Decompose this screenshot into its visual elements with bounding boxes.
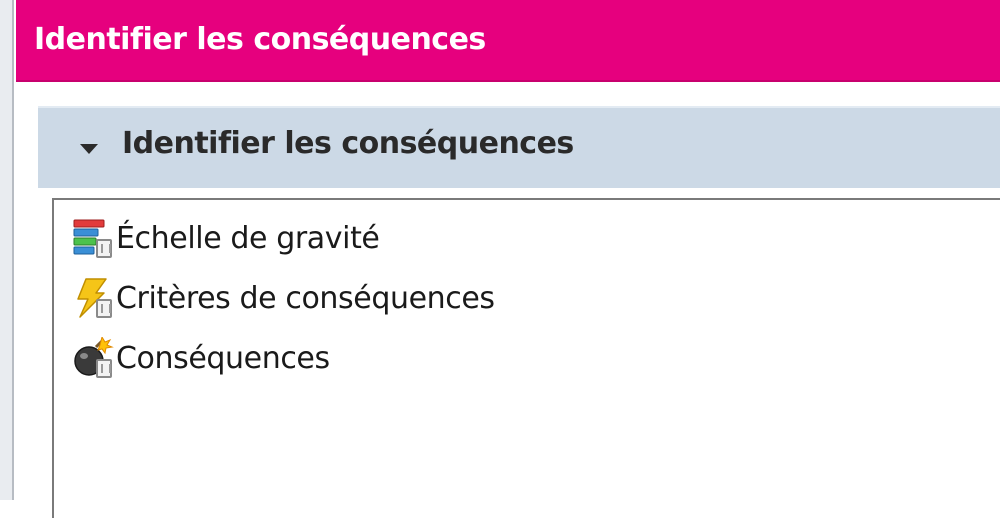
list-item-label: Critères de conséquences <box>116 280 495 316</box>
list-item-label: Conséquences <box>116 340 330 376</box>
left-panel-border <box>0 0 14 500</box>
list-item-label: Échelle de gravité <box>116 220 380 256</box>
content-area: Identifier les conséquences Échelle de g… <box>16 82 1000 518</box>
title-bar: Identifier les conséquences <box>16 0 1000 82</box>
document-badge-icon <box>96 359 112 378</box>
list-item-consequences[interactable]: Conséquences <box>72 335 330 380</box>
document-badge-icon <box>96 299 112 318</box>
section-title: Identifier les conséquences <box>122 126 574 161</box>
item-list: Échelle de gravité Critères de conséquen… <box>52 198 1000 518</box>
window-title: Identifier les conséquences <box>34 22 486 57</box>
list-item-consequence-criteria[interactable]: Critères de conséquences <box>72 276 495 320</box>
gravity-scale-icon <box>72 217 114 259</box>
expand-arrow-icon[interactable] <box>80 144 98 154</box>
list-item-gravity-scale[interactable]: Échelle de gravité <box>72 216 380 260</box>
bomb-consequences-icon <box>72 335 114 379</box>
document-badge-icon <box>96 239 112 258</box>
section-header[interactable]: Identifier les conséquences <box>38 106 1000 188</box>
lightning-criteria-icon <box>72 277 114 319</box>
window: Identifier les conséquences Identifier l… <box>0 0 1000 518</box>
